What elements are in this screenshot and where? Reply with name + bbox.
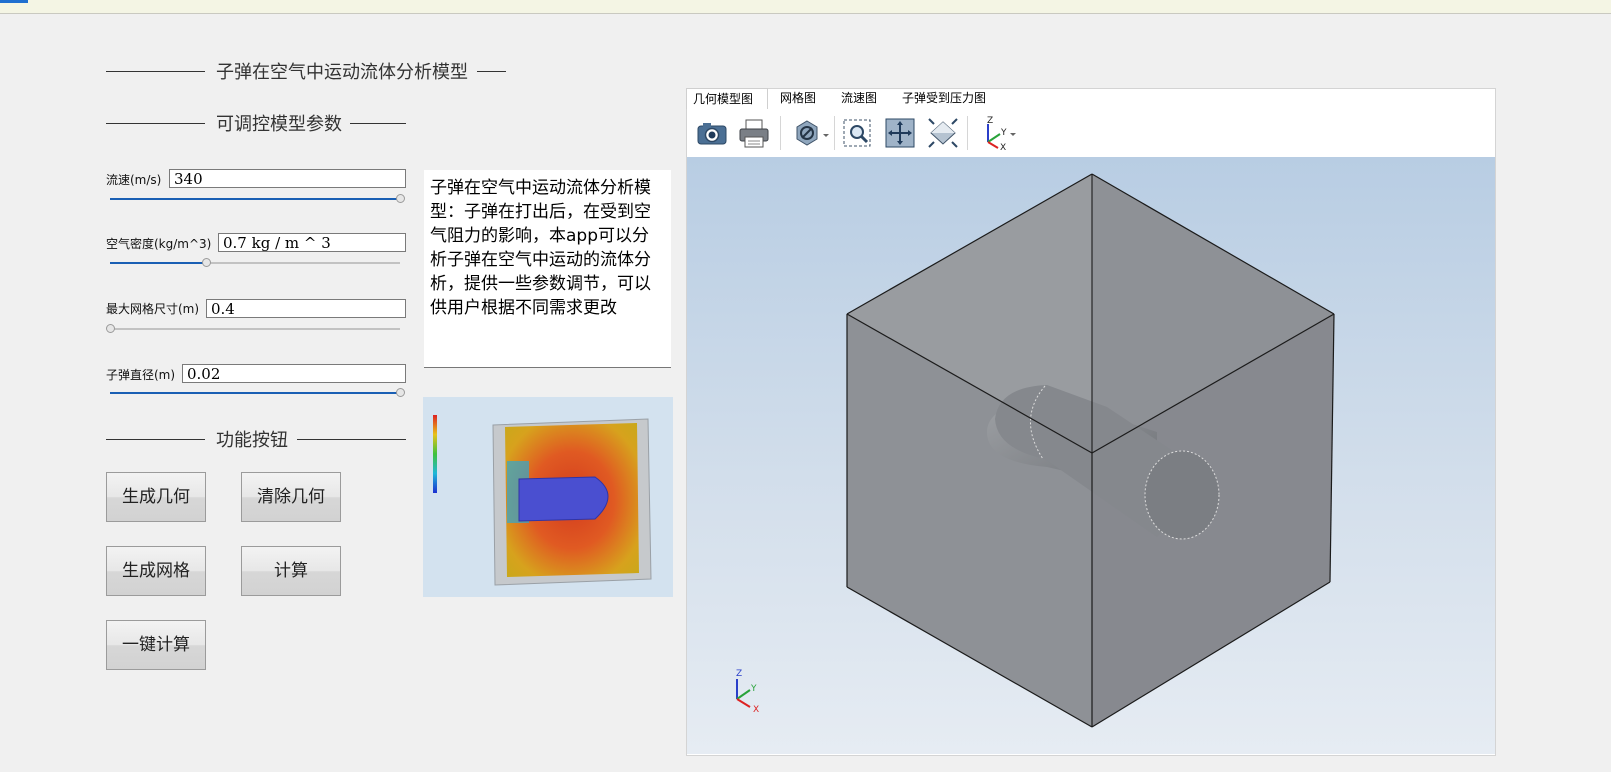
zoom-box-icon[interactable]: [841, 116, 875, 150]
svg-text:Y: Y: [750, 684, 757, 694]
flow-thumbnail-graphic: [423, 397, 673, 597]
params-rule-right: [350, 123, 406, 124]
flow-speed-label: 流速(m/s): [106, 173, 162, 187]
transparency-icon[interactable]: [791, 116, 829, 150]
bullet-diameter-input[interactable]: [182, 364, 406, 383]
title-rule-left: [106, 71, 205, 72]
geometry-model-graphic: Z Y X: [736, 173, 1335, 728]
bullet-diameter-label: 子弹直径(m): [106, 368, 176, 382]
compute-button[interactable]: 计算: [241, 546, 341, 596]
tab-pressure[interactable]: 子弹受到压力图: [896, 88, 992, 109]
description-text: 子弹在空气中运动流体分析模型：子弹在打出后，在受到空气阻力的影响，本app可以分…: [424, 170, 671, 368]
flow-speed-input[interactable]: [169, 169, 406, 188]
clear-geometry-button[interactable]: 清除几何: [241, 472, 341, 522]
svg-text:Y: Y: [1000, 128, 1007, 138]
air-density-slider[interactable]: [110, 262, 400, 264]
slider-thumb[interactable]: [396, 194, 405, 203]
title-rule-right: [477, 71, 506, 72]
geometry-canvas[interactable]: Z Y X: [687, 157, 1495, 754]
generate-geometry-button[interactable]: 生成几何: [106, 472, 206, 522]
max-mesh-size-label: 最大网格尺寸(m): [106, 302, 200, 316]
one-click-compute-button[interactable]: 一键计算: [106, 620, 206, 670]
air-density-label: 空气密度(kg/m^3): [106, 237, 212, 251]
scene-light-icon[interactable]: [926, 116, 960, 150]
camera-icon[interactable]: [695, 116, 729, 150]
generate-mesh-button[interactable]: 生成网格: [106, 546, 206, 596]
mini-axis-triad: Z Y X: [736, 669, 759, 715]
zoom-extents-icon[interactable]: [883, 116, 917, 150]
flow-speed-slider[interactable]: [110, 198, 400, 200]
tab-velocity[interactable]: 流速图: [835, 88, 883, 109]
air-density-input[interactable]: [218, 233, 406, 252]
slider-thumb[interactable]: [202, 258, 211, 267]
slider-thumb[interactable]: [106, 324, 115, 333]
toolbar-separator: [967, 116, 968, 150]
params-section-title: 可调控模型参数: [216, 114, 342, 135]
slider-thumb[interactable]: [396, 388, 405, 397]
buttons-rule-left: [106, 439, 205, 440]
toolbar-separator: [780, 116, 781, 150]
flow-result-thumbnail: [423, 397, 673, 597]
app-title: 子弹在空气中运动流体分析模型: [216, 62, 468, 83]
svg-text:X: X: [753, 705, 759, 715]
svg-text:Z: Z: [987, 116, 993, 126]
buttons-rule-right: [297, 439, 406, 440]
bullet-diameter-slider[interactable]: [110, 392, 400, 394]
max-mesh-size-input[interactable]: [206, 299, 406, 318]
svg-text:Z: Z: [736, 669, 742, 679]
tab-geometry[interactable]: 几何模型图: [686, 88, 768, 109]
print-icon[interactable]: [737, 116, 771, 150]
buttons-section-title: 功能按钮: [216, 430, 288, 451]
window-top-bar: [0, 0, 1611, 14]
toolbar-separator: [834, 116, 835, 150]
svg-text:X: X: [1000, 143, 1006, 150]
params-rule-left: [106, 123, 205, 124]
window-accent-strip: [0, 0, 28, 3]
max-mesh-size-slider[interactable]: [110, 328, 400, 330]
axis-orientation-icon[interactable]: Z Y X: [974, 116, 1020, 153]
tab-mesh[interactable]: 网格图: [774, 88, 822, 109]
viewer-toolbar: Z Y X: [687, 110, 1495, 157]
